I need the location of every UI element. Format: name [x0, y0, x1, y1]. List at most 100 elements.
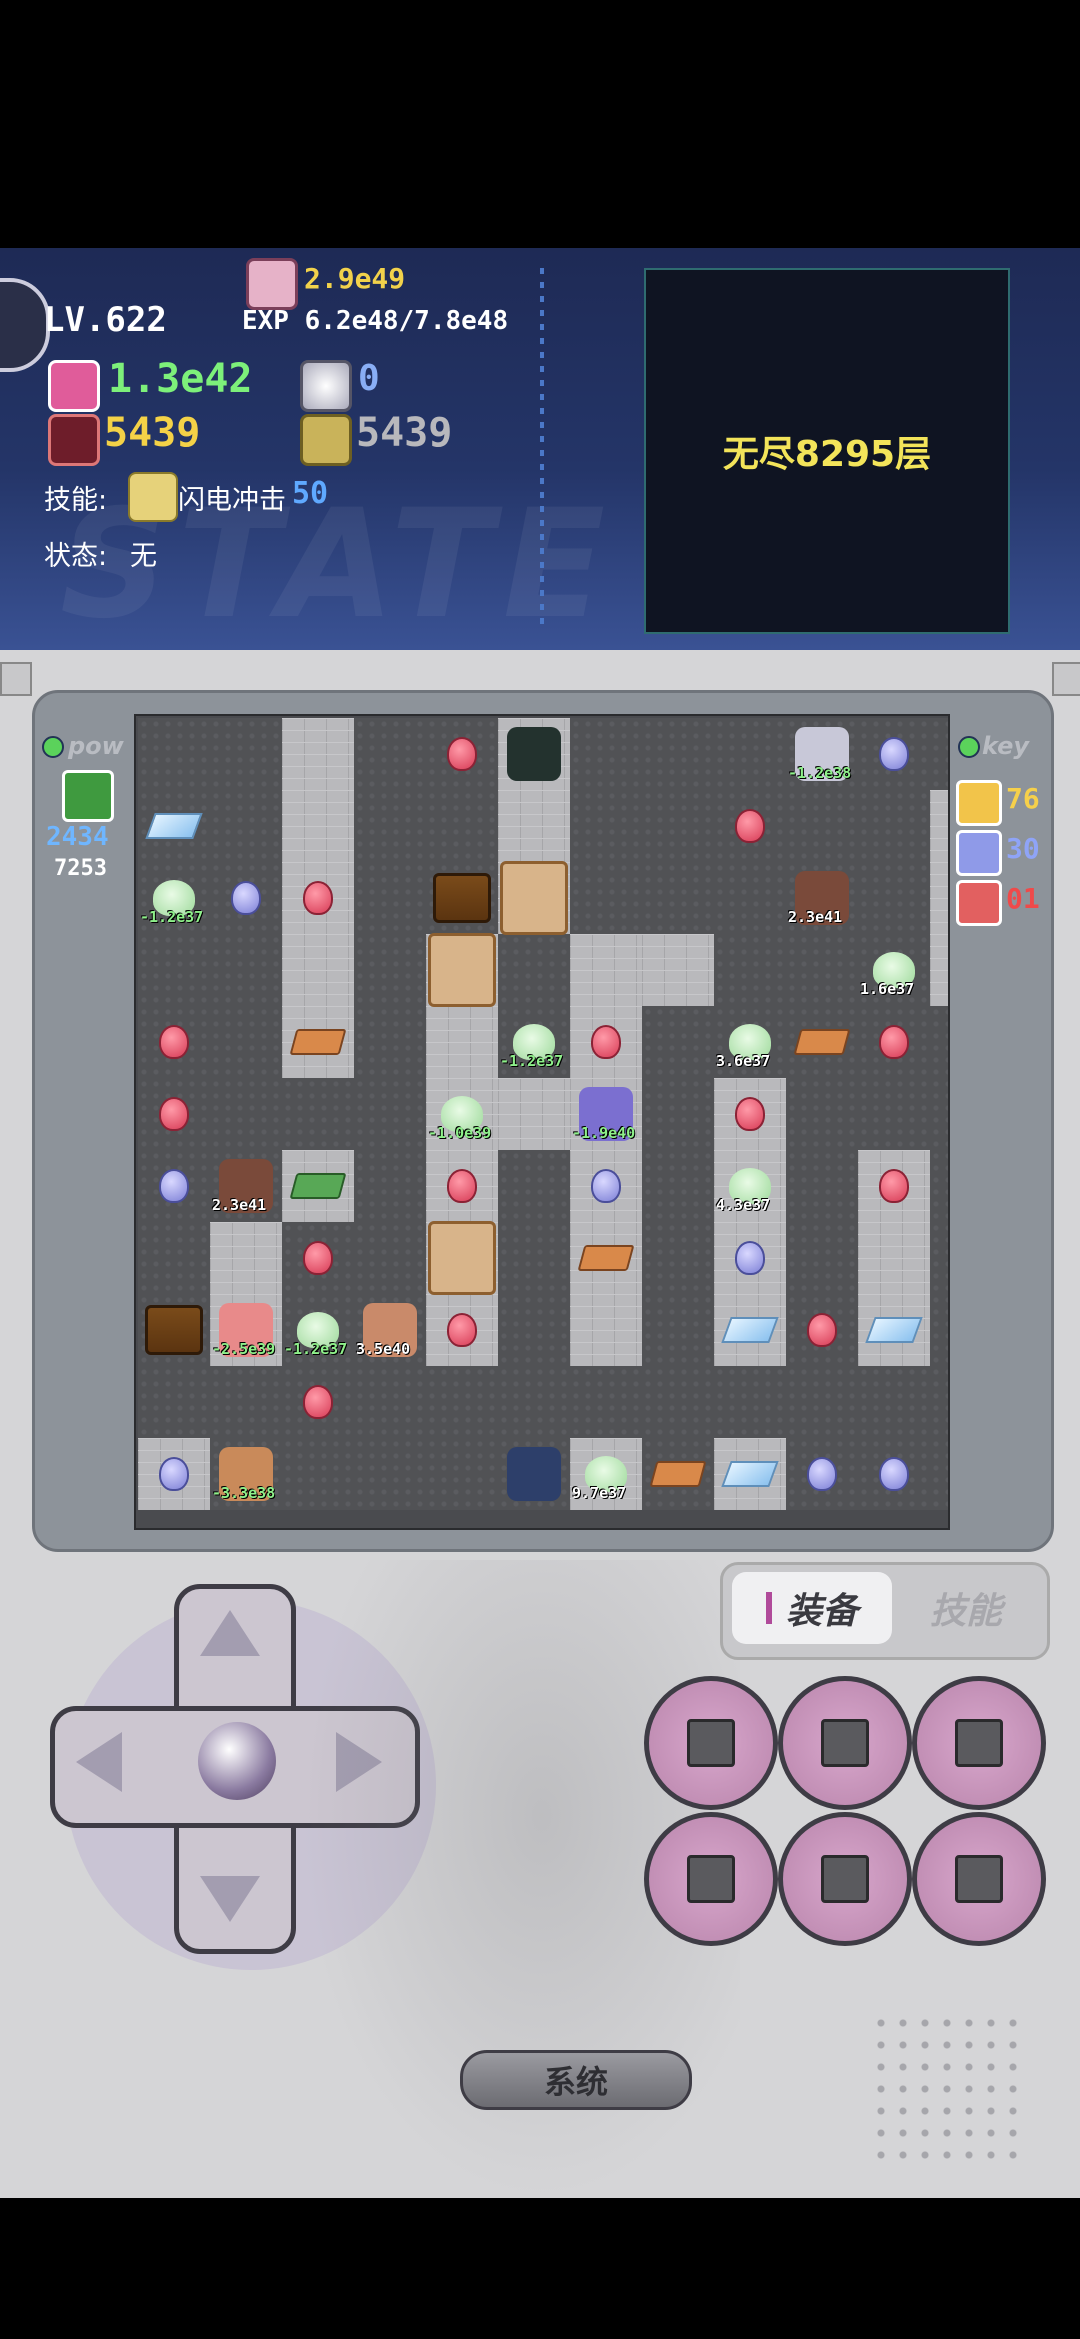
dpad-down-button[interactable]: [198, 1870, 262, 1930]
floor-tile: [930, 718, 948, 790]
red-potion-icon[interactable]: [282, 862, 354, 934]
floor-tile: [786, 1366, 858, 1438]
orange-book-icon[interactable]: [282, 1006, 354, 1078]
floor-tile: [930, 1438, 948, 1510]
book-icon[interactable]: [62, 770, 114, 822]
pow-value2: 7253: [54, 856, 107, 881]
floor-tile: [354, 1006, 426, 1078]
ice-gem-icon[interactable]: [138, 790, 210, 862]
floor-tile: [498, 1222, 570, 1294]
damage-label: 2.3e41: [212, 1196, 267, 1214]
chest-icon[interactable]: [138, 1294, 210, 1366]
red-potion-icon[interactable]: [714, 790, 786, 862]
key-count: 01: [1006, 882, 1040, 915]
chest-icon[interactable]: [426, 862, 498, 934]
wizard-player-icon[interactable]: [498, 1438, 570, 1510]
blue-potion-icon[interactable]: [138, 1150, 210, 1222]
orange-book-shape: [577, 1245, 635, 1271]
orange-book-icon[interactable]: [570, 1222, 642, 1294]
blue-potion-icon[interactable]: [210, 862, 282, 934]
door-icon[interactable]: [426, 933, 498, 1007]
system-label: 系统: [543, 2063, 608, 2101]
ice-gem-shape: [865, 1317, 923, 1343]
red-potion-icon[interactable]: [858, 1150, 930, 1222]
exp-text: EXP 6.2e48/7.8e48: [242, 306, 509, 336]
blue-potion-icon[interactable]: [858, 1438, 930, 1510]
red-potion-icon[interactable]: [138, 1006, 210, 1078]
blue-potion-icon[interactable]: [714, 1222, 786, 1294]
tab-skill[interactable]: 技能: [896, 1572, 1036, 1644]
system-button[interactable]: 系统: [460, 2050, 692, 2110]
floor-tile: [642, 718, 714, 790]
ice-gem-shape: [145, 813, 203, 839]
red-potion-icon[interactable]: [714, 1078, 786, 1150]
shield-icon: [300, 414, 352, 466]
floor-tile: [138, 1222, 210, 1294]
wall-tile: [282, 790, 354, 862]
key-count: 30: [1006, 832, 1040, 865]
floor-tile: [858, 862, 930, 934]
level-text: LV.622: [44, 300, 167, 340]
ice-gem-shape: [721, 1317, 779, 1343]
door-shape: [500, 861, 568, 935]
dpad-up-button[interactable]: [198, 1600, 262, 1660]
floor-tile: [786, 1078, 858, 1150]
red-potion-icon[interactable]: [426, 1294, 498, 1366]
red-potion-icon[interactable]: [426, 1150, 498, 1222]
red-potion-icon[interactable]: [786, 1294, 858, 1366]
floor-tile: [642, 1078, 714, 1150]
red-potion-shape: [447, 737, 477, 771]
square-icon: [687, 1719, 735, 1767]
floor-tile: [498, 934, 570, 1006]
skill-label: 技能:: [44, 485, 108, 516]
floor-tile: [282, 1438, 354, 1510]
red-potion-icon[interactable]: [426, 718, 498, 790]
blue-potion-icon[interactable]: [786, 1438, 858, 1510]
action-button[interactable]: [778, 1812, 912, 1946]
action-button[interactable]: [644, 1676, 778, 1810]
tab-equip[interactable]: 装备: [732, 1572, 892, 1644]
gold-value: 2.9e49: [304, 262, 406, 295]
floor-tile: [642, 1150, 714, 1222]
orange-book-icon[interactable]: [642, 1438, 714, 1510]
orange-book-shape: [649, 1461, 707, 1487]
blue-potion-icon[interactable]: [138, 1438, 210, 1510]
floor-tile: [426, 1438, 498, 1510]
square-icon: [955, 1719, 1003, 1767]
floor-tile: [210, 790, 282, 862]
floor-tile: [498, 1366, 570, 1438]
pow-value1: 2434: [46, 822, 109, 852]
green-book-icon[interactable]: [282, 1150, 354, 1222]
red-potion-icon[interactable]: [570, 1006, 642, 1078]
exit-stairs-icon[interactable]: [498, 718, 570, 790]
action-button[interactable]: [644, 1812, 778, 1946]
blue-potion-icon[interactable]: [570, 1150, 642, 1222]
door-icon[interactable]: [426, 1221, 498, 1295]
floor-tile: [210, 1006, 282, 1078]
floor-tile: [858, 1078, 930, 1150]
dungeon-map[interactable]: -1.2e38 -1.2e37 2.3e41 1.6e37 -1.2e37 3.6e37 -…: [134, 714, 950, 1530]
floor-tile: [570, 1366, 642, 1438]
action-button[interactable]: [912, 1812, 1046, 1946]
mdef-value: 0: [358, 358, 380, 399]
floor-tile: [498, 1150, 570, 1222]
ice-gem-icon[interactable]: [714, 1438, 786, 1510]
action-button[interactable]: [912, 1676, 1046, 1810]
key-dot: [958, 736, 980, 758]
door-icon[interactable]: [498, 861, 570, 935]
red-potion-icon[interactable]: [138, 1078, 210, 1150]
arrow-down-icon: [200, 1876, 260, 1922]
wall-tile: [642, 934, 714, 1006]
floor-tile: [354, 934, 426, 1006]
wall-tile: [570, 1294, 642, 1366]
red-potion-icon[interactable]: [282, 1222, 354, 1294]
red-potion-icon[interactable]: [858, 1006, 930, 1078]
blue-potion-icon[interactable]: [858, 718, 930, 790]
action-button[interactable]: [778, 1676, 912, 1810]
orange-book-icon[interactable]: [786, 1006, 858, 1078]
ice-gem-icon[interactable]: [858, 1294, 930, 1366]
dpad-left-button[interactable]: [64, 1730, 124, 1794]
floor-tile: [858, 790, 930, 862]
red-potion-icon[interactable]: [282, 1366, 354, 1438]
ice-gem-icon[interactable]: [714, 1294, 786, 1366]
